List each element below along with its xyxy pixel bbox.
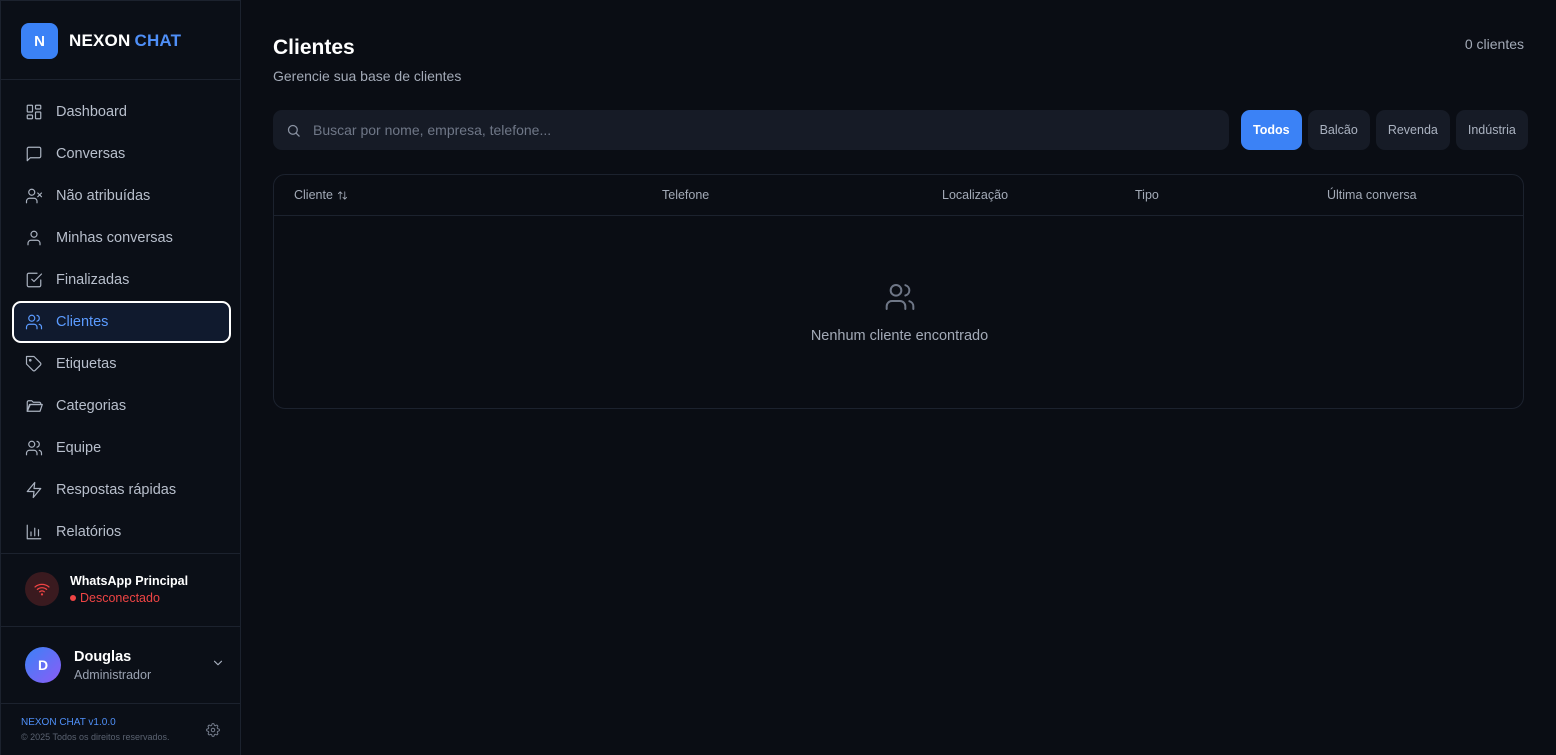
gear-icon[interactable]	[206, 723, 220, 742]
sidebar-item-label: Dashboard	[56, 104, 127, 120]
copyright-text: © 2025 Todos os direitos reservados.	[21, 732, 170, 742]
sidebar-item-label: Conversas	[56, 146, 126, 162]
sidebar-item-label: Não atribuídas	[56, 188, 151, 204]
users-icon	[274, 281, 1525, 318]
wifi-icon	[25, 572, 59, 606]
empty-state: Nenhum cliente encontrado	[274, 281, 1525, 344]
brand-name-part1: NEXON	[69, 31, 131, 50]
whatsapp-status: Desconectado	[70, 591, 188, 605]
divider	[1, 703, 241, 704]
divider	[1, 626, 241, 627]
brand-name-part2: CHAT	[134, 31, 182, 50]
column-header-cliente[interactable]: Cliente	[294, 188, 348, 202]
main-content: Clientes Gerencie sua base de clientes 0…	[241, 0, 1556, 755]
version-text: NEXON CHAT v1.0.0	[21, 717, 116, 728]
brand-name: NEXON CHAT	[69, 31, 181, 51]
whatsapp-connection[interactable]: WhatsApp Principal Desconectado	[25, 572, 188, 606]
table-header: Cliente Telefone Localização Tipo Última…	[274, 175, 1523, 216]
whatsapp-name: WhatsApp Principal	[70, 573, 189, 588]
message-icon	[26, 146, 42, 162]
sidebar-item-finalizadas[interactable]: Finalizadas	[12, 259, 231, 301]
tag-icon	[25, 355, 42, 372]
zap-icon	[26, 481, 42, 499]
user-role: Administrador	[74, 667, 152, 682]
column-header-label: Cliente	[294, 188, 333, 202]
sidebar-item-conversas[interactable]: Conversas	[12, 133, 231, 175]
user-name: Douglas	[74, 648, 132, 665]
sort-icon	[337, 190, 347, 200]
column-header-tipo: Tipo	[1135, 188, 1159, 202]
brand-logo: N	[21, 23, 58, 59]
folder-icon	[26, 400, 43, 412]
search-input[interactable]	[313, 122, 1193, 138]
team-icon	[25, 440, 43, 456]
clients-table: Cliente Telefone Localização Tipo Última…	[273, 174, 1524, 409]
users-icon	[25, 314, 43, 330]
sidebar-item-minhas-conversas[interactable]: Minhas conversas	[12, 217, 231, 259]
check-square-icon	[26, 272, 43, 288]
sidebar-item-relatorios[interactable]: Relatórios	[12, 511, 231, 553]
sidebar-item-clientes[interactable]: Clientes	[12, 301, 231, 343]
filter-industria-button[interactable]: Indústria	[1455, 110, 1528, 150]
column-header-localizacao: Localização	[942, 188, 1009, 202]
user-icon	[27, 230, 41, 246]
sidebar-item-label: Respostas rápidas	[56, 482, 177, 498]
brand[interactable]: N NEXON CHAT	[21, 23, 181, 59]
search-bar[interactable]	[273, 110, 1229, 150]
sidebar-item-nao-atribuidas[interactable]: Não atribuídas	[12, 175, 231, 217]
sidebar-item-label: Minhas conversas	[56, 230, 173, 246]
sidebar-item-label: Finalizadas	[56, 272, 130, 288]
filter-revenda-button[interactable]: Revenda	[1375, 110, 1450, 150]
sidebar-item-label: Clientes	[56, 314, 109, 330]
sidebar-item-respostas-rapidas[interactable]: Respostas rápidas	[12, 469, 231, 511]
sidebar: N NEXON CHAT Dashboard Conversas Não atri…	[0, 0, 241, 755]
filter-group: Todos Balcão Revenda Indústria	[1241, 110, 1534, 150]
filter-balcao-button[interactable]: Balcão	[1307, 110, 1370, 150]
sidebar-item-dashboard[interactable]: Dashboard	[12, 91, 231, 133]
search-icon	[287, 124, 300, 137]
page-subtitle: Gerencie sua base de clientes	[273, 68, 462, 84]
status-dot	[70, 594, 76, 601]
sidebar-item-label: Etiquetas	[56, 356, 117, 372]
divider	[1, 553, 241, 554]
empty-state-text: Nenhum cliente encontrado	[810, 328, 989, 344]
dashboard-icon	[26, 104, 42, 120]
avatar: D	[25, 647, 61, 683]
client-count: 0 clientes	[1464, 36, 1524, 52]
divider	[1, 79, 241, 80]
column-header-ultima-conversa: Última conversa	[1327, 188, 1417, 202]
sidebar-item-label: Relatórios	[56, 524, 122, 540]
sidebar-nav: Dashboard Conversas Não atribuídas Minha…	[12, 91, 231, 553]
column-header-telefone: Telefone	[662, 188, 710, 202]
sidebar-item-label: Categorias	[56, 398, 127, 414]
bar-chart-icon	[26, 524, 42, 540]
filter-todos-button[interactable]: Todos	[1241, 110, 1302, 150]
sidebar-item-etiquetas[interactable]: Etiquetas	[12, 343, 231, 385]
user-x-icon	[25, 188, 43, 204]
user-menu[interactable]: D Douglas Administrador	[25, 647, 225, 683]
chevron-down-icon[interactable]	[211, 656, 225, 675]
page-title: Clientes	[273, 36, 355, 59]
sidebar-item-label: Equipe	[56, 440, 102, 456]
sidebar-item-categorias[interactable]: Categorias	[12, 385, 231, 427]
whatsapp-status-text: Desconectado	[80, 590, 160, 605]
sidebar-item-equipe[interactable]: Equipe	[12, 427, 231, 469]
